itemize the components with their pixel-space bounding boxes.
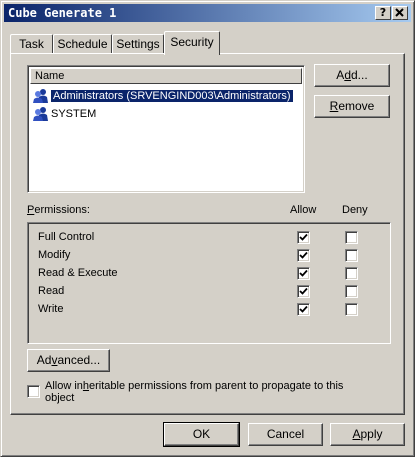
permission-name: Modify bbox=[38, 249, 71, 261]
help-button[interactable]: ? bbox=[375, 6, 391, 20]
permission-row: Full Control bbox=[38, 228, 378, 246]
add-label-post: d... bbox=[351, 68, 368, 82]
deny-checkbox-full-control[interactable] bbox=[345, 231, 358, 244]
permissions-list[interactable]: Full Control Modify Read & Execute Read … bbox=[27, 222, 391, 344]
allow-checkbox-read[interactable] bbox=[297, 285, 310, 298]
cancel-label: Cancel bbox=[266, 427, 305, 441]
tab-schedule[interactable]: Schedule bbox=[53, 34, 112, 53]
checkmark-icon bbox=[299, 251, 308, 259]
inherit-permissions-label: Allow inheritable permissions from paren… bbox=[45, 380, 343, 404]
allow-checkbox-read-execute[interactable] bbox=[297, 267, 310, 280]
allow-checkbox-write[interactable] bbox=[297, 303, 310, 316]
permissions-label: Permissions: bbox=[27, 204, 90, 216]
cancel-button[interactable]: Cancel bbox=[248, 423, 323, 446]
title-bar[interactable]: Cube Generate 1 ? bbox=[4, 4, 411, 22]
deny-checkbox-modify[interactable] bbox=[345, 249, 358, 262]
advanced-button[interactable]: Advanced... bbox=[27, 349, 110, 372]
inherit-label-pre: Allow in bbox=[45, 380, 83, 392]
allow-checkbox-full-control[interactable] bbox=[297, 231, 310, 244]
tab-settings-label: Settings bbox=[116, 37, 160, 51]
tab-schedule-label: Schedule bbox=[57, 37, 108, 51]
remove-label-post: emove bbox=[338, 99, 375, 113]
inherit-permissions-checkbox[interactable] bbox=[27, 385, 40, 398]
apply-button[interactable]: Apply bbox=[330, 423, 405, 446]
tab-task[interactable]: Task bbox=[10, 34, 53, 53]
allow-column-header: Allow bbox=[290, 204, 317, 216]
tab-security[interactable]: Security bbox=[164, 31, 220, 55]
deny-column-header: Deny bbox=[342, 204, 368, 216]
advanced-label-post: anced... bbox=[57, 353, 101, 367]
checkmark-icon bbox=[299, 305, 308, 313]
add-label-accel: d bbox=[344, 68, 351, 82]
window-title: Cube Generate 1 bbox=[8, 6, 117, 20]
inherit-label-line2: object bbox=[45, 392, 75, 404]
tab-security-label: Security bbox=[170, 35, 214, 49]
close-button[interactable] bbox=[392, 6, 408, 20]
tab-task-label: Task bbox=[19, 37, 44, 51]
name-column-header-label: Name bbox=[35, 70, 65, 82]
permission-name: Write bbox=[38, 303, 64, 315]
deny-checkbox-write[interactable] bbox=[345, 303, 358, 316]
remove-label-accel: R bbox=[329, 99, 339, 113]
permission-row: Modify bbox=[38, 246, 378, 264]
add-button[interactable]: Add... bbox=[314, 64, 390, 87]
list-item-label: SYSTEM bbox=[51, 108, 97, 120]
list-item[interactable]: Administrators (SRVENGIND003\Administrat… bbox=[32, 88, 293, 104]
permission-name: Full Control bbox=[38, 231, 95, 243]
help-icon: ? bbox=[379, 6, 387, 19]
names-list[interactable]: Name Administrators (SRVENGIND003\Admini… bbox=[27, 65, 305, 193]
ok-button[interactable]: OK bbox=[163, 422, 240, 447]
tab-settings[interactable]: Settings bbox=[112, 34, 164, 53]
inherit-label-post: eritable permissions from parent to prop… bbox=[89, 380, 344, 392]
group-icon bbox=[33, 107, 48, 121]
list-item-label: Administrators (SRVENGIND003\Administrat… bbox=[51, 90, 293, 102]
permission-row: Read & Execute bbox=[38, 264, 378, 282]
checkmark-icon bbox=[299, 287, 308, 295]
properties-dialog: Cube Generate 1 ? Task Schedule Settings… bbox=[0, 0, 415, 457]
close-icon bbox=[395, 8, 404, 17]
permission-row: Read bbox=[38, 282, 378, 300]
list-item[interactable]: SYSTEM bbox=[32, 106, 96, 122]
checkmark-icon bbox=[299, 269, 308, 277]
permissions-label-post: ermissions: bbox=[34, 204, 90, 216]
deny-checkbox-read[interactable] bbox=[345, 285, 358, 298]
apply-label-post: pply bbox=[360, 427, 383, 441]
checkmark-icon bbox=[299, 233, 308, 241]
permission-row: Write bbox=[38, 300, 378, 318]
deny-checkbox-read-execute[interactable] bbox=[345, 267, 358, 280]
apply-label-accel: A bbox=[352, 427, 361, 441]
allow-checkbox-modify[interactable] bbox=[297, 249, 310, 262]
advanced-label-pre: Ad bbox=[36, 353, 52, 367]
ok-label: OK bbox=[192, 427, 211, 441]
group-icon bbox=[33, 89, 48, 103]
permission-name: Read & Execute bbox=[38, 267, 118, 279]
name-column-header[interactable]: Name bbox=[30, 68, 302, 84]
remove-button[interactable]: Remove bbox=[314, 95, 390, 118]
permission-name: Read bbox=[38, 285, 65, 297]
